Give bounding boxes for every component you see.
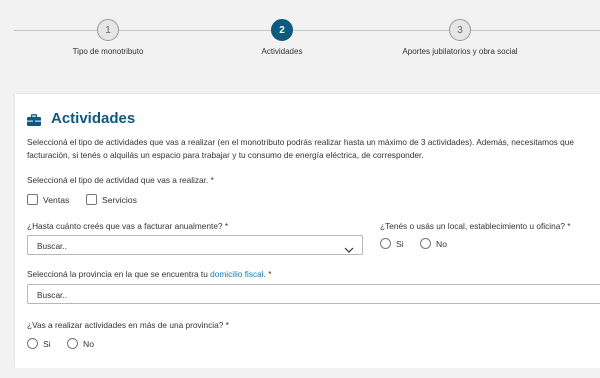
multi-province-no-radio[interactable] <box>67 338 78 349</box>
fiscal-address-link[interactable]: domicilio fiscal <box>210 269 263 279</box>
chevron-down-icon <box>344 241 354 253</box>
province-select[interactable]: Buscar.. <box>27 284 600 304</box>
multi-province-si-label: Si <box>43 339 51 349</box>
ventas-checkbox[interactable] <box>27 194 38 205</box>
step-1-label: Tipo de monotributo <box>72 47 144 56</box>
servicios-checkbox[interactable] <box>86 194 97 205</box>
premises-si-radio[interactable] <box>380 238 391 249</box>
step-3-circle[interactable]: 3 <box>449 19 471 41</box>
section-description: Seleccioná el tipo de actividades que va… <box>27 137 574 160</box>
section-header: Actividades <box>27 110 135 127</box>
province-select-value: Buscar.. <box>37 290 67 300</box>
section-title: Actividades <box>51 110 136 127</box>
multi-province-label: ¿Vas a realizar actividades en más de un… <box>27 320 229 330</box>
premises-no-label: No <box>436 239 447 249</box>
step-2-label: Actividades <box>261 47 303 56</box>
page-bottom-band <box>0 368 600 378</box>
activity-type-label: Seleccioná el tipo de actividad que vas … <box>27 175 214 185</box>
premises-label: ¿Tenés o usás un local, establecimiento … <box>380 221 571 231</box>
step-2-circle: 2 <box>271 19 293 41</box>
billing-select-value: Buscar.. <box>37 241 67 251</box>
activities-card: Actividades Seleccioná el tipo de activi… <box>15 94 600 368</box>
briefcase-icon <box>27 113 41 126</box>
progress-stepper: 1 Tipo de monotributo 2 Actividades 3 Ap… <box>0 0 600 90</box>
ventas-label: Ventas <box>43 195 70 205</box>
billing-label: ¿Hasta cuánto creés que vas a facturar a… <box>27 221 229 231</box>
step-3-label: Aportes jubilatorios y obra social <box>402 47 518 56</box>
step-1-circle[interactable]: 1 <box>97 19 119 41</box>
premises-si-label: Si <box>396 239 404 249</box>
multi-province-no-label: No <box>83 339 94 349</box>
billing-select[interactable]: Buscar.. <box>27 235 363 255</box>
servicios-label: Servicios <box>102 195 137 205</box>
premises-no-radio[interactable] <box>420 238 431 249</box>
province-label: Seleccioná la provincia en la que se enc… <box>27 269 272 279</box>
multi-province-si-radio[interactable] <box>27 338 38 349</box>
